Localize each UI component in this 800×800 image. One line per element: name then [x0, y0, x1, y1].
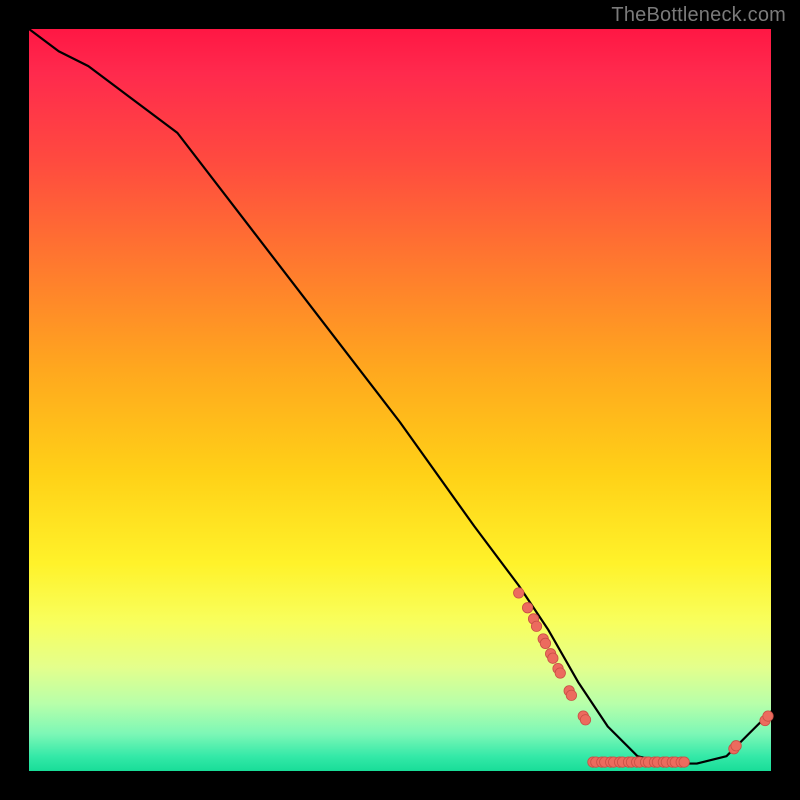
- data-point: [555, 668, 565, 678]
- data-point: [548, 653, 558, 663]
- data-point: [566, 690, 576, 700]
- chart-svg: [29, 29, 771, 771]
- data-point: [763, 711, 773, 721]
- scatter-points: [514, 588, 774, 768]
- data-point: [540, 638, 550, 648]
- chart-frame: TheBottleneck.com: [0, 0, 800, 800]
- attribution-label: TheBottleneck.com: [611, 4, 786, 27]
- data-point: [514, 588, 524, 598]
- plot-area: [29, 29, 771, 771]
- data-point: [679, 757, 689, 767]
- data-point: [522, 603, 532, 613]
- data-point: [531, 621, 541, 631]
- data-point: [731, 741, 741, 751]
- bottleneck-curve: [29, 29, 771, 764]
- data-point: [580, 715, 590, 725]
